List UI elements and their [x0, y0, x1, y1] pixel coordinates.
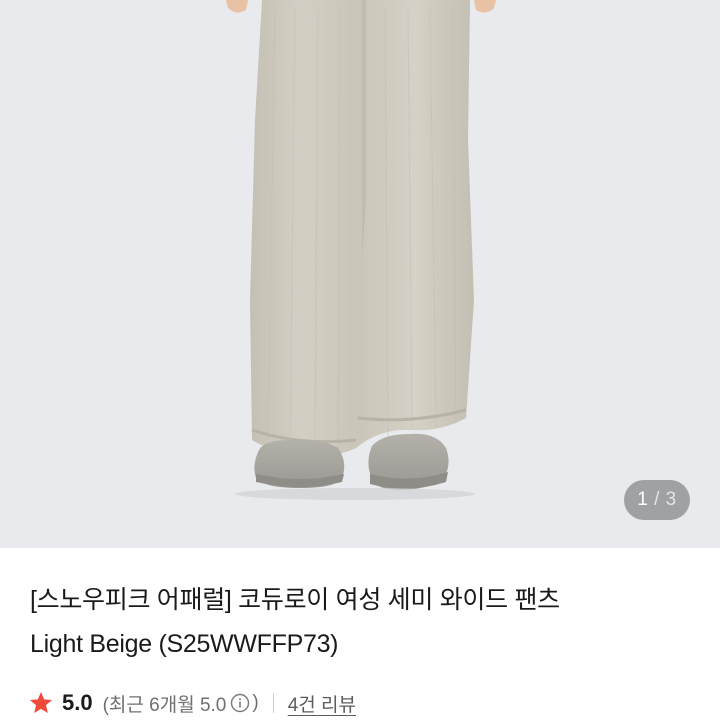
product-title: [스노우피크 어패럴] 코듀로이 여성 세미 와이드 팬츠 Light Beig…: [30, 578, 690, 666]
star-icon: [29, 691, 53, 713]
image-page-indicator: 1 / 3: [624, 480, 690, 520]
current-page: 1: [637, 489, 649, 510]
total-pages: 3: [665, 489, 677, 510]
product-title-line2: Light Beige (S25WWFFP73): [30, 630, 339, 658]
product-image-carousel[interactable]: 1 / 3: [0, 0, 720, 548]
divider: [272, 693, 274, 713]
product-title-line1: [스노우피크 어패럴] 코듀로이 여성 세미 와이드 팬츠: [30, 586, 560, 614]
page-separator: /: [654, 489, 660, 510]
rating-score: 5.0: [62, 690, 93, 715]
info-circle-icon[interactable]: [230, 693, 250, 713]
recent-rating-close: ): [252, 692, 259, 713]
review-count-link[interactable]: 4건 리뷰: [288, 690, 356, 717]
product-photo: [0, 0, 720, 548]
product-detail-page: 1 / 3 [스노우피크 어패럴] 코듀로이 여성 세미 와이드 팬츠 Ligh…: [0, 0, 720, 720]
rating-summary: 5.0 (최근 6개월 5.0 ) 4건 리뷰: [28, 686, 356, 720]
recent-rating-text: (최근 6개월 5.0: [102, 694, 227, 716]
recent-rating: (최근 6개월 5.0 ): [103, 690, 259, 717]
